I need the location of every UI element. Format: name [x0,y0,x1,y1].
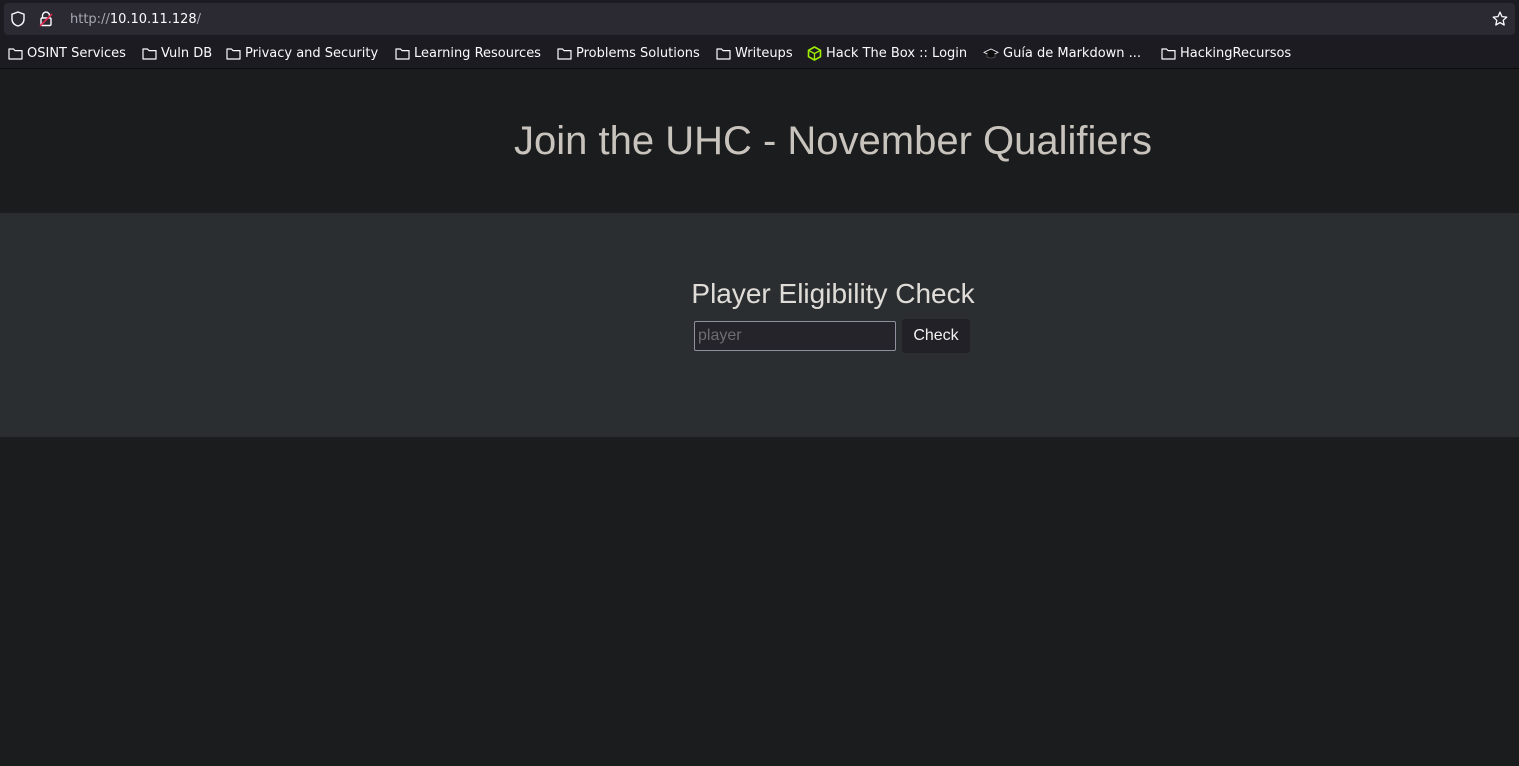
folder-icon [557,47,572,60]
folder-icon [716,47,731,60]
bookmark-vuln-db[interactable]: Vuln DB [142,44,212,62]
htb-cube-icon [807,45,822,61]
bookmarks-toolbar: OSINT Services Vuln DB Privacy and Secur… [0,38,1519,69]
bookmark-label: Hack The Box :: Login [826,45,968,61]
url-text[interactable]: http://10.10.11.128/ [70,12,201,27]
bookmark-label: Learning Resources [414,45,541,61]
check-button[interactable]: Check [901,318,971,354]
address-bar[interactable]: http://10.10.11.128/ [0,3,1519,35]
player-input[interactable] [694,321,896,351]
graduation-cap-icon [983,48,999,59]
url-scheme: http:// [70,12,110,27]
folder-icon [1161,47,1176,60]
bookmark-hack-the-box-login[interactable]: Hack The Box :: Login [807,44,967,62]
folder-icon [226,47,241,60]
bookmark-label: OSINT Services [27,45,126,61]
bookmark-label: Vuln DB [161,45,213,61]
insecure-lock-icon[interactable] [38,11,54,27]
bookmark-privacy-and-security[interactable]: Privacy and Security [226,44,378,62]
url-host: 10.10.11.128 [109,12,197,27]
bookmark-writeups[interactable]: Writeups [716,44,793,62]
bookmark-osint-services[interactable]: OSINT Services [8,44,126,62]
url-path: / [196,12,202,27]
page-title: Join the UHC - November Qualifiers [514,119,1152,163]
bookmark-star-icon[interactable] [1492,11,1508,27]
section-heading: Player Eligibility Check [691,278,975,309]
bookmark-hackingrecursos[interactable]: HackingRecursos [1161,44,1291,62]
bookmark-problems-solutions[interactable]: Problems Solutions [557,44,700,62]
folder-icon [8,47,23,60]
eligibility-check-section: Player Eligibility Check Check [0,213,1519,437]
bookmark-label: HackingRecursos [1180,45,1292,61]
bookmark-label: Problems Solutions [576,45,700,61]
bookmark-label: Guía de Markdown ... [1003,45,1142,61]
page-content: Join the UHC - November Qualifiers Playe… [0,69,1519,766]
folder-icon [395,47,410,60]
bookmark-label: Privacy and Security [245,45,379,61]
bookmark-guia-de-markdown[interactable]: Guía de Markdown ... [983,44,1141,62]
hero-header: Join the UHC - November Qualifiers [0,69,1519,213]
folder-icon [142,47,157,60]
bookmark-learning-resources[interactable]: Learning Resources [395,44,541,62]
address-field[interactable]: http://10.10.11.128/ [4,3,1515,35]
bookmark-label: Writeups [735,45,793,61]
shield-icon[interactable] [10,11,26,27]
browser-chrome: http://10.10.11.128/ OSINT Services Vuln… [0,0,1519,69]
